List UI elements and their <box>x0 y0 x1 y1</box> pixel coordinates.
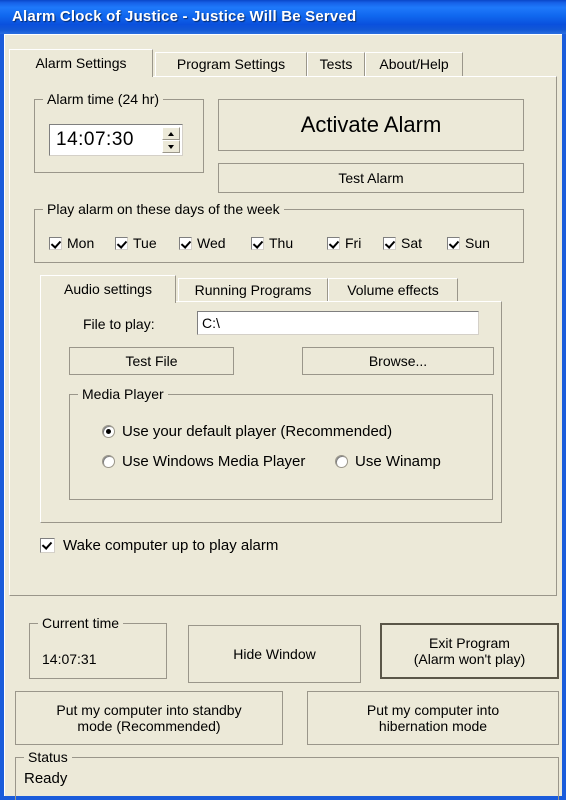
application-window: Alarm Clock of Justice - Justice Will Be… <box>0 0 566 800</box>
radio-icon-windows-media-player[interactable] <box>102 455 115 468</box>
radio-icon-winamp[interactable] <box>335 455 348 468</box>
alarm-settings-panel: Alarm time (24 hr) 14:07:30 Activate Ala… <box>9 76 557 596</box>
checkbox-icon-fri[interactable] <box>327 236 340 250</box>
day-label-fri: Fri <box>345 235 362 251</box>
checkbox-icon-sun[interactable] <box>447 236 460 250</box>
tab-running-programs[interactable]: Running Programs <box>178 278 328 302</box>
day-checkbox-sun[interactable]: Sun <box>447 235 490 251</box>
day-label-sat: Sat <box>401 235 423 251</box>
wake-computer-label: Wake computer up to play alarm <box>63 537 279 554</box>
radio-label-default-player: Use your default player (Recommended) <box>122 423 393 440</box>
checkbox-icon-wake-computer[interactable] <box>40 538 55 553</box>
checkbox-icon-sat[interactable] <box>383 236 396 250</box>
hide-window-button[interactable]: Hide Window <box>188 625 361 683</box>
day-label-wed: Wed <box>197 235 226 251</box>
day-label-sun: Sun <box>465 235 490 251</box>
standby-mode-button[interactable]: Put my computer into standby mode (Recom… <box>15 691 283 745</box>
checkbox-icon-thu[interactable] <box>251 236 264 250</box>
media-player-group: Media Player Use your default player (Re… <box>69 386 493 500</box>
test-file-button[interactable]: Test File <box>69 347 234 375</box>
current-time-group-label: Current time <box>38 615 124 631</box>
chevron-up-icon <box>168 131 174 136</box>
tab-program-settings[interactable]: Program Settings <box>155 52 307 76</box>
radio-default-player[interactable]: Use your default player (Recommended) <box>102 423 392 440</box>
alarm-time-spin-buttons[interactable] <box>162 127 180 153</box>
radio-winamp[interactable]: Use Winamp <box>335 453 441 470</box>
exit-program-button[interactable]: Exit Program (Alarm won't play) <box>380 623 559 679</box>
day-checkbox-fri[interactable]: Fri <box>327 235 361 251</box>
radio-icon-default-player[interactable] <box>102 425 115 438</box>
radio-label-windows-media-player: Use Windows Media Player <box>122 453 306 470</box>
browse-button[interactable]: Browse... <box>302 347 494 375</box>
checkbox-icon-mon[interactable] <box>49 236 62 250</box>
activate-alarm-button[interactable]: Activate Alarm <box>218 99 524 151</box>
window-title: Alarm Clock of Justice - Justice Will Be… <box>12 8 357 25</box>
audio-settings-panel: File to play: C:\ Test File Browse... Me… <box>40 301 502 523</box>
day-label-tue: Tue <box>133 235 157 251</box>
wake-computer-checkbox[interactable]: Wake computer up to play alarm <box>40 537 278 554</box>
tab-tests[interactable]: Tests <box>307 52 365 76</box>
spinner-up-button[interactable] <box>162 127 180 140</box>
status-group: Status Ready <box>15 749 559 800</box>
radio-label-winamp: Use Winamp <box>355 453 441 470</box>
day-checkbox-sat[interactable]: Sat <box>383 235 422 251</box>
file-to-play-input[interactable]: C:\ <box>197 311 479 335</box>
status-group-label: Status <box>24 749 72 765</box>
days-of-week-group: Play alarm on these days of the week Mon… <box>34 201 524 263</box>
day-label-mon: Mon <box>67 235 95 251</box>
test-alarm-button[interactable]: Test Alarm <box>218 163 524 193</box>
status-text: Ready <box>24 770 68 787</box>
current-time-value: 14:07:31 <box>42 651 97 667</box>
main-tabstrip: Alarm Settings Program Settings Tests Ab… <box>9 49 557 77</box>
alarm-time-group-label: Alarm time (24 hr) <box>43 91 164 107</box>
tab-alarm-settings[interactable]: Alarm Settings <box>9 49 153 77</box>
media-player-group-label: Media Player <box>78 386 168 402</box>
checkbox-icon-wed[interactable] <box>179 236 192 250</box>
audio-tabstrip: Audio settings Running Programs Volume e… <box>40 275 500 303</box>
spinner-down-button[interactable] <box>162 140 180 153</box>
alarm-time-group: Alarm time (24 hr) 14:07:30 <box>34 91 204 173</box>
radio-windows-media-player[interactable]: Use Windows Media Player <box>102 453 305 470</box>
day-checkbox-wed[interactable]: Wed <box>179 235 226 251</box>
chevron-down-icon <box>168 144 174 149</box>
tab-volume-effects[interactable]: Volume effects <box>328 278 458 302</box>
file-to-play-label: File to play: <box>83 316 155 332</box>
day-checkbox-thu[interactable]: Thu <box>251 235 293 251</box>
alarm-time-value: 14:07:30 <box>56 129 134 150</box>
day-checkbox-mon[interactable]: Mon <box>49 235 94 251</box>
day-label-thu: Thu <box>269 235 294 251</box>
hibernation-mode-button[interactable]: Put my computer into hibernation mode <box>307 691 559 745</box>
day-checkbox-tue[interactable]: Tue <box>115 235 157 251</box>
days-of-week-group-label: Play alarm on these days of the week <box>43 201 284 217</box>
client-area: Alarm Settings Program Settings Tests Ab… <box>4 34 562 800</box>
tab-about-help[interactable]: About/Help <box>365 52 463 76</box>
current-time-group: Current time 14:07:31 <box>29 615 167 679</box>
tab-audio-settings[interactable]: Audio settings <box>40 275 176 303</box>
alarm-time-spinner[interactable]: 14:07:30 <box>49 124 183 156</box>
checkbox-icon-tue[interactable] <box>115 236 128 250</box>
title-bar[interactable]: Alarm Clock of Justice - Justice Will Be… <box>0 0 566 34</box>
